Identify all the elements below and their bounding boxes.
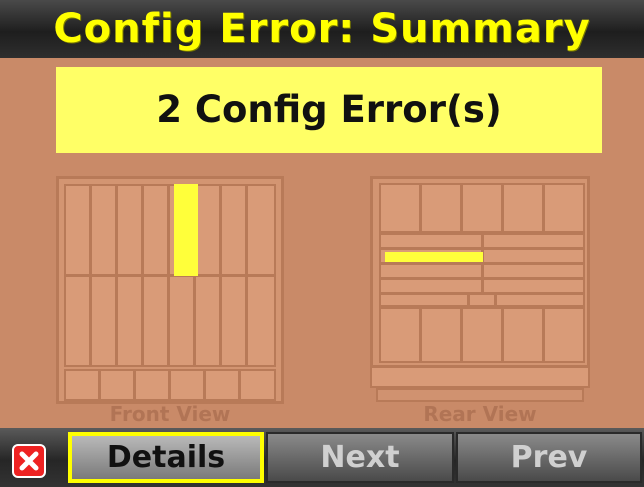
front-bay [168,275,195,367]
onboard-administrator-bay [379,293,469,307]
fan-bay [461,183,503,233]
close-x-icon [19,451,39,471]
fan-bay [502,183,544,233]
error-summary-box: 2 Config Error(s) [56,67,602,153]
interconnect-bay [482,248,585,264]
front-bay [116,184,143,276]
front-bay [220,275,247,367]
onboard-administrator-bay [468,293,496,307]
front-bay [90,184,117,276]
rear-view-label: Rear View [423,402,537,426]
power-supply-bay [169,369,205,401]
config-error-summary-screen: Config Error: Summary 2 Config Error(s) [0,0,644,487]
fan-bay [420,307,462,363]
rear-power-connectors [376,388,584,402]
fan-bay [379,183,421,233]
front-psu-row [64,369,276,401]
rear-power-connector-strip [370,366,590,388]
interconnect-bay [482,278,585,294]
fan-bay [420,183,462,233]
power-supply-bay [239,369,276,401]
title-bar: Config Error: Summary [0,0,644,58]
front-bay [194,184,221,276]
fan-bay [461,307,503,363]
onboard-administrator-bay [495,293,585,307]
power-supply-bay [204,369,240,401]
front-view-enclosure [56,176,284,404]
error-count-text: 2 Config Error(s) [156,88,502,131]
front-bay-grid [64,184,276,367]
details-button[interactable]: Details [68,432,264,483]
interconnect-bay [379,263,483,279]
front-bay [64,275,91,367]
interconnect-bay [379,233,483,249]
interconnect-bay [482,263,585,279]
front-bay [90,275,117,367]
next-button[interactable]: Next [266,432,454,483]
prev-button[interactable]: Prev [456,432,642,483]
fan-bay [379,307,421,363]
fan-bay [543,183,585,233]
rear-view-enclosure [370,176,590,368]
interconnect-bay [482,233,585,249]
power-supply-bay [99,369,135,401]
close-button[interactable] [12,444,46,478]
front-bay [220,184,247,276]
front-bay [194,275,221,367]
front-bay [116,275,143,367]
fan-bay [543,307,585,363]
front-view-label: Front View [109,402,231,426]
interconnect-bay [379,278,483,294]
front-bay [142,275,169,367]
front-bay-error-highlight [174,184,198,276]
power-supply-bay [134,369,170,401]
fan-bay [502,307,544,363]
page-title: Config Error: Summary [53,6,591,52]
front-bay [142,184,169,276]
front-bay [64,184,91,276]
power-supply-bay [64,369,100,401]
front-bay [246,275,276,367]
rear-bay-error-highlight [385,252,483,262]
front-bay [246,184,276,276]
